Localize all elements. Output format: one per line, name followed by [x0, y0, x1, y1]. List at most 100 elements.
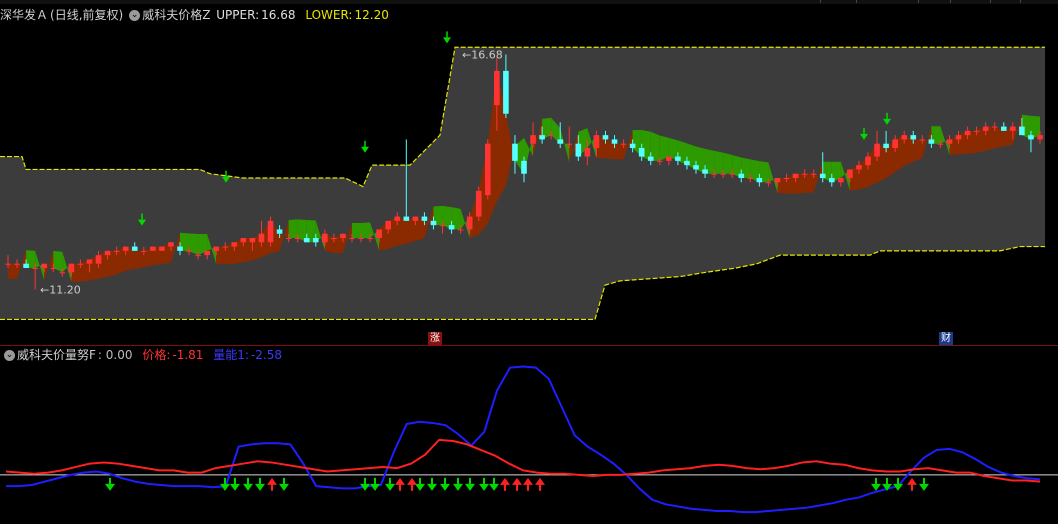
candle-body	[810, 173, 817, 175]
candle-body	[702, 169, 708, 174]
up-arrow-icon	[512, 477, 522, 485]
candle-body	[964, 130, 971, 136]
volume-line	[6, 365, 1041, 514]
down-arrow-icon	[489, 483, 499, 491]
candle-body	[1019, 126, 1025, 136]
signal-arrow-icon	[361, 146, 369, 153]
candle-body	[312, 238, 319, 243]
candle-body	[792, 173, 799, 178]
bear-fill	[650, 131, 660, 161]
candle-body	[512, 143, 518, 161]
candle-body	[231, 242, 238, 247]
candle-body	[838, 178, 844, 183]
candle-body	[982, 126, 989, 131]
candle-body	[937, 143, 944, 145]
candle-body	[638, 148, 645, 157]
sub-indicator-name[interactable]: 威科夫价量努F	[17, 348, 96, 362]
volume-value: -2.58	[250, 348, 282, 362]
candle-body	[240, 238, 247, 243]
bull-fill	[904, 135, 914, 167]
candle-body	[385, 220, 392, 230]
candle-body	[991, 126, 998, 128]
candle-body	[584, 148, 591, 157]
candle-body	[521, 160, 527, 174]
candle-body	[322, 233, 328, 243]
candle-body	[376, 229, 382, 238]
candle-body	[5, 263, 11, 265]
candle-body	[421, 216, 428, 221]
chevron-down-icon[interactable]: ⌄	[4, 350, 15, 361]
bear-fill	[352, 223, 362, 238]
candle-body	[647, 156, 654, 161]
candle-body	[86, 259, 93, 264]
down-arrow-icon	[479, 483, 489, 491]
candle-body	[140, 250, 147, 252]
candle-body	[720, 173, 726, 175]
candle-body	[204, 250, 210, 256]
candle-body	[285, 238, 292, 239]
candle-body	[901, 135, 908, 140]
down-arrow-icon	[230, 483, 240, 491]
candle-body	[883, 143, 889, 148]
candle-body	[213, 246, 220, 251]
event-zhang-badge[interactable]: 涨	[428, 332, 442, 345]
candle-body	[195, 255, 201, 257]
candle-body	[828, 178, 835, 183]
candle-body	[222, 246, 229, 248]
candle-body	[919, 139, 926, 141]
bull-fill	[614, 143, 624, 160]
down-arrow-icon	[919, 483, 929, 491]
up-arrow-icon	[500, 477, 510, 485]
candle-body	[1010, 126, 1016, 131]
candle-body	[747, 178, 754, 179]
signal-arrow-icon	[443, 37, 451, 44]
bear-fill	[714, 150, 724, 174]
down-arrow-icon	[279, 483, 289, 491]
candlestick-chart[interactable]: ←16.68 ←11.20	[0, 0, 1058, 330]
bear-fill	[723, 152, 733, 174]
candle-body	[403, 216, 410, 221]
candle-body	[394, 216, 401, 221]
sub-panel-header: ⌄ 威科夫价量努F: 0.00 价格: -1.81 量能1: -2.58	[0, 347, 284, 363]
low-marker: ←11.20	[40, 283, 81, 296]
up-arrow-icon	[535, 477, 545, 485]
candle-body	[340, 233, 346, 238]
down-arrow-icon	[415, 483, 425, 491]
up-arrow-icon	[907, 477, 917, 485]
candle-body	[412, 216, 419, 221]
candle-body	[267, 220, 274, 243]
candle-body	[50, 268, 57, 269]
candle-body	[457, 229, 464, 231]
candle-body	[946, 139, 953, 144]
candle-body	[1037, 135, 1043, 140]
event-cai-badge[interactable]: 财	[939, 332, 953, 345]
candle-body	[439, 225, 446, 227]
candle-body	[122, 246, 129, 251]
down-arrow-icon	[255, 483, 265, 491]
base-value: : 0.00	[97, 348, 133, 362]
candle-body	[249, 238, 256, 243]
candle-body	[548, 135, 554, 137]
candle-body	[32, 268, 38, 269]
candle-body	[68, 263, 75, 273]
candle-body	[892, 139, 898, 148]
candle-body	[973, 130, 980, 132]
down-arrow-icon	[243, 483, 253, 491]
oscillator-chart[interactable]	[0, 362, 1058, 522]
down-arrow-icon	[105, 483, 115, 491]
candle-body	[59, 272, 66, 274]
candle-body	[928, 139, 935, 144]
candle-body	[113, 250, 120, 252]
candle-body	[874, 143, 880, 157]
candle-body	[629, 143, 636, 148]
price-value: -1.81	[172, 348, 204, 362]
bull-fill	[913, 139, 923, 162]
candle-body	[430, 220, 437, 226]
candle-body	[303, 238, 310, 243]
candle-body	[475, 190, 482, 217]
candle-body	[1000, 126, 1007, 131]
candle-body	[611, 139, 618, 144]
up-arrow-icon	[407, 477, 417, 485]
candle-body	[656, 160, 663, 162]
candle-body	[666, 156, 672, 161]
